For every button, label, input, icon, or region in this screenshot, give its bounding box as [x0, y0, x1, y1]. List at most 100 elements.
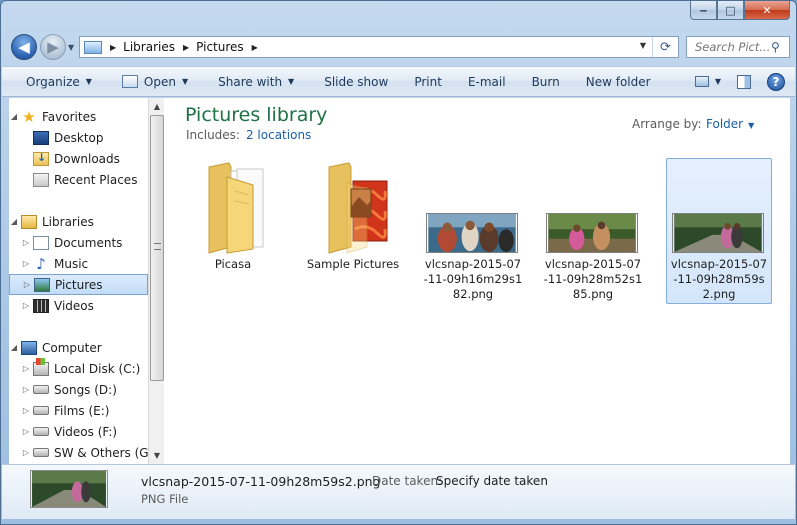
folder-icon	[208, 162, 264, 254]
explorer-window: ‒ □ ✕ ◀ ▶ ▼ ▶ Libraries ▶ Pictures ▶ ▼ ⟳…	[0, 0, 797, 525]
file-name: vlcsnap-2015-07-11-09h16m29s182.png	[423, 257, 523, 301]
arrange-by-label: Arrange by:	[632, 117, 702, 131]
nav-pictures[interactable]: ▷ Pictures	[9, 274, 148, 295]
expand-arrow-icon[interactable]: ◢	[9, 217, 19, 226]
address-bar[interactable]: ▶ Libraries ▶ Pictures ▶ ▼ ⟳	[79, 36, 679, 58]
pictures-library-icon	[84, 40, 102, 54]
breadcrumb-pictures[interactable]: Pictures	[196, 40, 244, 54]
collapse-arrow-icon[interactable]: ▷	[21, 385, 31, 394]
hard-drive-icon	[33, 448, 49, 457]
file-tile-vlcsnap-2[interactable]: vlcsnap-2015-07-11-09h28m52s185.png	[540, 158, 646, 304]
file-tile-picasa[interactable]: Picasa	[180, 158, 286, 304]
open-button[interactable]: Open ▼	[100, 70, 196, 94]
nav-label: Computer	[42, 340, 102, 355]
documents-icon	[33, 235, 49, 250]
scrollbar-thumb[interactable]	[150, 115, 164, 381]
downloads-folder-icon	[33, 151, 49, 166]
email-button[interactable]: E-mail	[450, 70, 514, 94]
file-tile-vlcsnap-1[interactable]: vlcsnap-2015-07-11-09h16m29s182.png	[420, 158, 526, 304]
chevron-down-icon: ▼	[288, 77, 295, 86]
open-with-icon	[121, 75, 138, 88]
new-folder-button[interactable]: New folder	[568, 70, 659, 94]
burn-button[interactable]: Burn	[514, 70, 568, 94]
search-box[interactable]: ⚲	[686, 36, 790, 58]
expand-arrow-icon[interactable]: ◢	[9, 343, 19, 352]
nav-drive-f[interactable]: ▷ Videos (F:)	[21, 421, 160, 442]
scroll-up-arrow-icon[interactable]: ▲	[149, 98, 164, 115]
organize-button[interactable]: Organize ▼	[2, 70, 100, 94]
refresh-button[interactable]: ⟳	[652, 37, 678, 57]
nav-documents[interactable]: ▷ Documents	[21, 232, 160, 253]
nav-label: Downloads	[54, 151, 120, 166]
refresh-icon: ⟳	[660, 39, 671, 55]
help-button[interactable]: ?	[759, 70, 795, 94]
details-date-label: Date taken:	[372, 474, 443, 488]
hard-drive-icon	[33, 406, 49, 415]
star-icon: ★	[22, 107, 36, 126]
change-view-button[interactable]: ▼	[687, 70, 729, 94]
nav-drive-d[interactable]: ▷ Songs (D:)	[21, 379, 160, 400]
share-with-label: Share with	[218, 74, 283, 89]
recent-places-icon	[33, 172, 49, 187]
nav-label: Films (E:)	[54, 403, 110, 418]
command-bar: Organize ▼ Open ▼ Share with ▼ Slide show P…	[2, 66, 795, 97]
expand-arrow-icon[interactable]: ◢	[9, 112, 19, 121]
collapse-arrow-icon[interactable]: ▷	[21, 301, 31, 310]
libraries-icon	[21, 214, 37, 229]
nav-videos[interactable]: ▷ Videos	[21, 295, 160, 316]
address-history-dropdown[interactable]: ▼	[640, 41, 646, 50]
file-name: vlcsnap-2015-07-11-09h28m59s2.png	[670, 257, 768, 301]
nav-drive-c[interactable]: ▷ Local Disk (C:)	[21, 357, 160, 379]
nav-favorites[interactable]: ◢ ★ Favorites	[9, 106, 148, 127]
breadcrumb-libraries[interactable]: Libraries	[123, 40, 175, 54]
chevron-right-icon[interactable]: ▶	[110, 43, 116, 52]
nav-scrollbar[interactable]: ▲ ▼	[148, 98, 164, 464]
scroll-down-arrow-icon[interactable]: ▼	[149, 447, 164, 464]
recent-pages-dropdown[interactable]: ▼	[68, 43, 74, 52]
arrange-by-dropdown[interactable]: Folder ▼	[706, 117, 754, 131]
file-tile-vlcsnap-3[interactable]: vlcsnap-2015-07-11-09h28m59s2.png	[666, 158, 772, 304]
slide-show-button[interactable]: Slide show	[302, 70, 396, 94]
collapse-arrow-icon[interactable]: ▷	[21, 448, 31, 457]
minimize-button[interactable]: ‒	[690, 1, 717, 20]
nav-music[interactable]: ▷ ♪ Music	[21, 253, 160, 274]
details-date-value[interactable]: Specify date taken	[436, 474, 548, 488]
chevron-right-icon[interactable]: ▶	[252, 43, 258, 52]
collapse-arrow-icon[interactable]: ▷	[21, 259, 31, 268]
collapse-arrow-icon[interactable]: ▷	[21, 238, 31, 247]
hard-drive-icon	[33, 385, 49, 394]
collapse-arrow-icon[interactable]: ▷	[22, 280, 32, 289]
nav-label: Videos	[54, 298, 94, 313]
forward-button[interactable]: ▶	[40, 34, 66, 60]
collapse-arrow-icon[interactable]: ▷	[21, 364, 31, 373]
maximize-button[interactable]: □	[717, 1, 744, 20]
collapse-arrow-icon[interactable]: ▷	[21, 406, 31, 415]
nav-desktop[interactable]: Desktop	[21, 127, 160, 148]
nav-downloads[interactable]: Downloads	[21, 148, 160, 169]
print-button[interactable]: Print	[396, 70, 450, 94]
file-tile-sample-pictures[interactable]: Sample Pictures	[300, 158, 406, 304]
chevron-right-icon[interactable]: ▶	[183, 43, 189, 52]
close-button[interactable]: ✕	[744, 1, 790, 20]
nav-recent-places[interactable]: Recent Places	[21, 169, 160, 190]
includes-label: Includes:	[186, 128, 240, 142]
explorer-body: ◢ ★ Favorites Desktop Downloads Recent P…	[9, 98, 790, 464]
selected-file-thumbnail	[30, 470, 108, 508]
search-input[interactable]	[695, 40, 769, 54]
search-icon[interactable]: ⚲	[771, 40, 780, 54]
nav-computer[interactable]: ◢ Computer	[9, 337, 148, 358]
nav-libraries[interactable]: ◢ Libraries	[9, 211, 148, 232]
share-with-button[interactable]: Share with ▼	[196, 70, 302, 94]
collapse-arrow-icon[interactable]: ▷	[21, 427, 31, 436]
nav-drive-g[interactable]: ▷ SW & Others (G:)	[21, 442, 160, 463]
back-button[interactable]: ◀	[11, 34, 37, 60]
locations-link[interactable]: 2 locations	[246, 128, 311, 142]
nav-drive-e[interactable]: ▷ Films (E:)	[21, 400, 160, 421]
view-icon	[694, 76, 709, 87]
preview-pane-button[interactable]	[729, 70, 759, 94]
grip-icon	[154, 243, 161, 250]
desktop-icon	[33, 130, 49, 145]
image-thumbnail	[426, 213, 518, 253]
nav-label: Songs (D:)	[54, 382, 117, 397]
nav-label: Libraries	[42, 214, 94, 229]
